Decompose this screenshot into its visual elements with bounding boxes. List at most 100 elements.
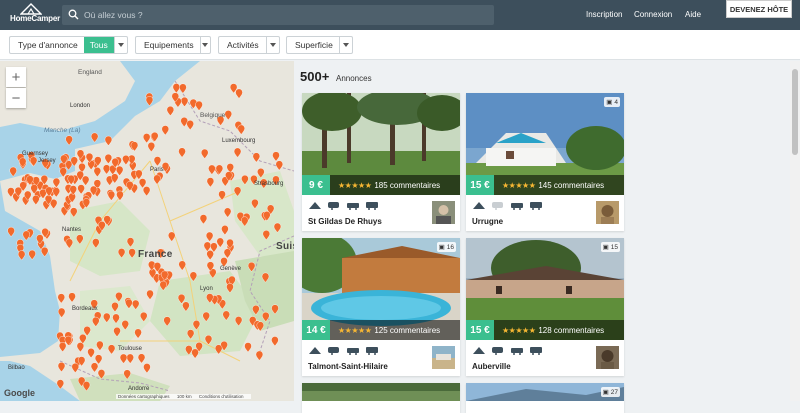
listing-title[interactable]: Urrugne xyxy=(472,217,503,226)
map-label-france: France xyxy=(138,249,173,260)
listing-photo[interactable]: ▣ 16 14 € ★★★★★ 125 commentaires xyxy=(302,238,460,340)
activites-filter[interactable]: Activités xyxy=(218,36,280,54)
search-input[interactable] xyxy=(84,5,484,25)
superficie-filter[interactable]: Superficie xyxy=(286,36,353,54)
map-label-london: London xyxy=(70,103,91,109)
listing-photo[interactable]: ▣ 27 xyxy=(466,383,624,401)
activites-label: Activités xyxy=(227,40,259,50)
listing-card[interactable]: ▣ 4 15 € ★★★★★ 145 commentaires Urrugne xyxy=(466,93,624,231)
rating-stars: ★★★★★ xyxy=(338,180,372,190)
photo-count: 16 xyxy=(446,243,454,251)
photo-count-badge: ▣ 15 xyxy=(600,242,620,252)
search-box[interactable] xyxy=(62,5,494,25)
listing-photo[interactable]: ▣ 4 15 € ★★★★★ 145 commentaires xyxy=(466,93,624,195)
listing-title[interactable]: St Gildas De Rhuys xyxy=(308,217,382,226)
vehicle-types xyxy=(472,346,543,355)
chevron-down-icon[interactable] xyxy=(266,37,279,53)
nav-aide[interactable]: Aide xyxy=(685,10,701,19)
photo-count-badge: ▣ 16 xyxy=(436,242,456,252)
superficie-label: Superficie xyxy=(295,40,333,50)
type-filter-value[interactable]: Tous xyxy=(83,37,114,53)
map-pin[interactable] xyxy=(9,166,17,177)
map-data-link[interactable]: Données cartographiques xyxy=(118,394,170,399)
zoom-in-button[interactable]: + xyxy=(6,67,26,87)
vehicle-types xyxy=(308,201,379,210)
camper-icon xyxy=(530,202,542,210)
map-label-geneve: Genève xyxy=(220,266,242,272)
map-pin[interactable] xyxy=(22,230,30,241)
map-pin[interactable] xyxy=(28,249,36,260)
scrollbar-thumb[interactable] xyxy=(792,69,798,155)
photo-count-badge: ▣ 27 xyxy=(600,387,620,397)
map-label-strasbourg: Strasbourg xyxy=(254,181,284,187)
tent-icon xyxy=(473,347,485,354)
search-icon xyxy=(68,9,79,20)
results-count-label: Annonces xyxy=(336,74,372,83)
caravan-icon xyxy=(328,347,339,355)
listing-card[interactable]: ▣ 16 14 € ★★★★★ 125 commentaires Talmont… xyxy=(302,238,460,376)
chevron-down-icon[interactable] xyxy=(113,37,127,53)
van-icon xyxy=(511,203,523,210)
logo-text: HomeCamper xyxy=(10,14,61,23)
listing-photo[interactable]: ▣ 15 15 € ★★★★★ 128 commentaires xyxy=(466,238,624,340)
homecamper-logo[interactable]: HomeCamper xyxy=(10,3,61,27)
zoom-out-button[interactable]: − xyxy=(6,88,26,108)
results-count: 500+ xyxy=(300,69,330,84)
tent-icon xyxy=(309,202,321,209)
listing-rating: ★★★★★ 185 commentaires xyxy=(330,175,460,195)
map-label-nantes: Nantes xyxy=(62,227,82,233)
listing-reviews: 185 commentaires xyxy=(374,180,441,190)
camper-icon xyxy=(366,202,378,210)
listing-rating: ★★★★★ 145 commentaires xyxy=(494,175,624,195)
equipements-label: Equipements xyxy=(144,40,194,50)
listing-rating: ★★★★★ 128 commentaires xyxy=(494,320,624,340)
type-filter-label: Type d'annonce xyxy=(18,40,78,50)
camera-icon: ▣ xyxy=(602,244,609,251)
host-avatar xyxy=(432,346,455,369)
listing-card[interactable]: ▣ 15 15 € ★★★★★ 128 commentaires Aubervi… xyxy=(466,238,624,376)
type-filter[interactable]: Type d'annonce Tous xyxy=(9,36,128,54)
chevron-down-icon[interactable] xyxy=(339,37,352,53)
map-canvas[interactable] xyxy=(0,61,294,401)
map-label-manche: Manche (La) xyxy=(44,127,81,134)
nav-connexion[interactable]: Connexion xyxy=(634,10,672,19)
listing-photo[interactable] xyxy=(302,383,460,401)
nav-inscription[interactable]: Inscription xyxy=(586,10,622,19)
map-label-suisse: Suis xyxy=(276,241,294,252)
listing-title[interactable]: Talmont-Saint-Hilaire xyxy=(308,362,388,371)
results-panel: 500+ Annonces 9 € ★★★★★ 185 commentaires xyxy=(294,61,800,413)
map-label-bordeaux: Bordeaux xyxy=(72,306,98,312)
map-pin[interactable] xyxy=(29,156,38,167)
listing-card[interactable]: ▣ 27 xyxy=(466,383,624,413)
photo-count: 4 xyxy=(614,98,618,106)
map-pin[interactable] xyxy=(145,96,154,107)
listing-price: 15 € xyxy=(466,320,494,340)
map-scale: 100 km xyxy=(176,394,192,399)
map-label-andorre: Andorre xyxy=(128,386,150,392)
map-pin[interactable] xyxy=(17,250,26,261)
camper-icon xyxy=(530,347,542,355)
map-pin[interactable] xyxy=(65,135,73,146)
caravan-icon xyxy=(328,202,339,210)
map-panel[interactable]: + − England London Manche (La) Guernsey … xyxy=(0,61,294,401)
chevron-down-icon[interactable] xyxy=(199,37,210,53)
listing-card[interactable]: 9 € ★★★★★ 185 commentaires St Gildas De … xyxy=(302,93,460,231)
results-scrollbar[interactable] xyxy=(790,61,800,401)
camper-icon xyxy=(366,347,378,355)
equipements-filter[interactable]: Equipements xyxy=(135,36,211,54)
rating-stars: ★★★★★ xyxy=(502,325,536,335)
map-terms-link[interactable]: Conditions d'utilisation xyxy=(199,394,244,399)
map-pin[interactable] xyxy=(7,226,15,237)
become-host-button[interactable]: DEVENEZ HÔTE xyxy=(726,0,792,18)
listing-card[interactable] xyxy=(302,383,460,413)
filter-bar: Type d'annonce Tous Equipements Activité… xyxy=(0,30,800,60)
listing-photo[interactable]: 9 € ★★★★★ 185 commentaires xyxy=(302,93,460,195)
map-pin[interactable] xyxy=(90,132,99,143)
map-pin[interactable] xyxy=(40,246,49,257)
vehicle-types xyxy=(472,201,543,210)
listing-reviews: 125 commentaires xyxy=(374,325,441,335)
map-label-guernsey: Guernsey xyxy=(22,151,49,157)
listing-title[interactable]: Auberville xyxy=(472,362,511,371)
photo-count-badge: ▣ 4 xyxy=(604,97,620,107)
van-icon xyxy=(511,348,523,355)
